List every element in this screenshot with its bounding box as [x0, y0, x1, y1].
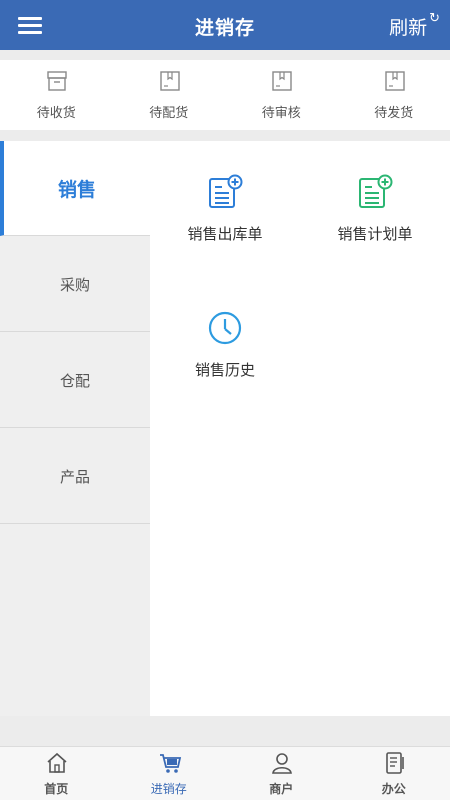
tile-label: 销售出库单	[187, 225, 263, 243]
package-icon	[272, 71, 292, 91]
outbound-doc-icon	[209, 174, 243, 208]
package-icon	[159, 71, 180, 91]
status-label: 待收货	[36, 106, 76, 121]
status-item-pending-shipment[interactable]: 待发货	[338, 60, 450, 130]
refresh-icon: ↻	[429, 11, 440, 26]
category-sidebar: 销售 采购 仓配 产品	[0, 141, 150, 716]
tile-label: 销售计划单	[337, 225, 413, 243]
tile-sales-outbound[interactable]: 销售出库单	[150, 141, 300, 261]
sidebar-item-purchase[interactable]: 采购	[0, 237, 150, 332]
tab-label: 进销存	[150, 782, 187, 796]
sidebar-item-product[interactable]: 产品	[0, 429, 150, 524]
tab-inventory[interactable]: 进销存	[113, 747, 226, 800]
tile-label: 销售历史	[194, 361, 255, 379]
status-row: 待收货 待配货 待审核 待发货	[0, 60, 450, 130]
divider	[0, 130, 450, 141]
plan-doc-icon	[359, 174, 393, 208]
office-doc-icon	[385, 752, 404, 774]
content-panel: 销售出库单 销售计划单 销售历史	[150, 141, 450, 716]
status-item-pending-picking[interactable]: 待配货	[113, 60, 226, 130]
tab-merchant[interactable]: 商户	[225, 747, 338, 800]
tab-label: 办公	[381, 782, 406, 796]
bottom-tab-bar: 首页 进销存 商户 办公	[0, 746, 450, 800]
home-icon	[47, 752, 67, 773]
user-icon	[272, 753, 292, 774]
status-label: 待发货	[374, 106, 414, 121]
sidebar-item-sales[interactable]: 销售	[0, 141, 150, 236]
page-title: 进销存	[194, 17, 255, 39]
tab-home[interactable]: 首页	[0, 747, 113, 800]
cart-icon	[159, 754, 181, 773]
status-label: 待审核	[261, 106, 301, 121]
refresh-label: 刷新	[389, 17, 428, 39]
top-bar: 进销存 刷新 ↻	[0, 0, 450, 50]
status-label: 待配货	[149, 106, 189, 121]
inbox-icon	[47, 71, 67, 91]
divider	[0, 716, 450, 746]
tab-label: 首页	[44, 782, 69, 796]
tile-sales-plan[interactable]: 销售计划单	[300, 141, 450, 261]
tile-sales-history[interactable]: 销售历史	[150, 277, 300, 397]
status-item-pending-review[interactable]: 待审核	[225, 60, 338, 130]
clock-icon	[208, 311, 242, 345]
package-icon	[384, 71, 405, 91]
refresh-button[interactable]: 刷新 ↻	[389, 11, 440, 40]
tab-office[interactable]: 办公	[338, 747, 450, 800]
sidebar-item-warehouse[interactable]: 仓配	[0, 333, 150, 428]
divider	[0, 50, 450, 60]
status-item-pending-receipt[interactable]: 待收货	[0, 60, 113, 130]
tab-label: 商户	[269, 782, 294, 796]
